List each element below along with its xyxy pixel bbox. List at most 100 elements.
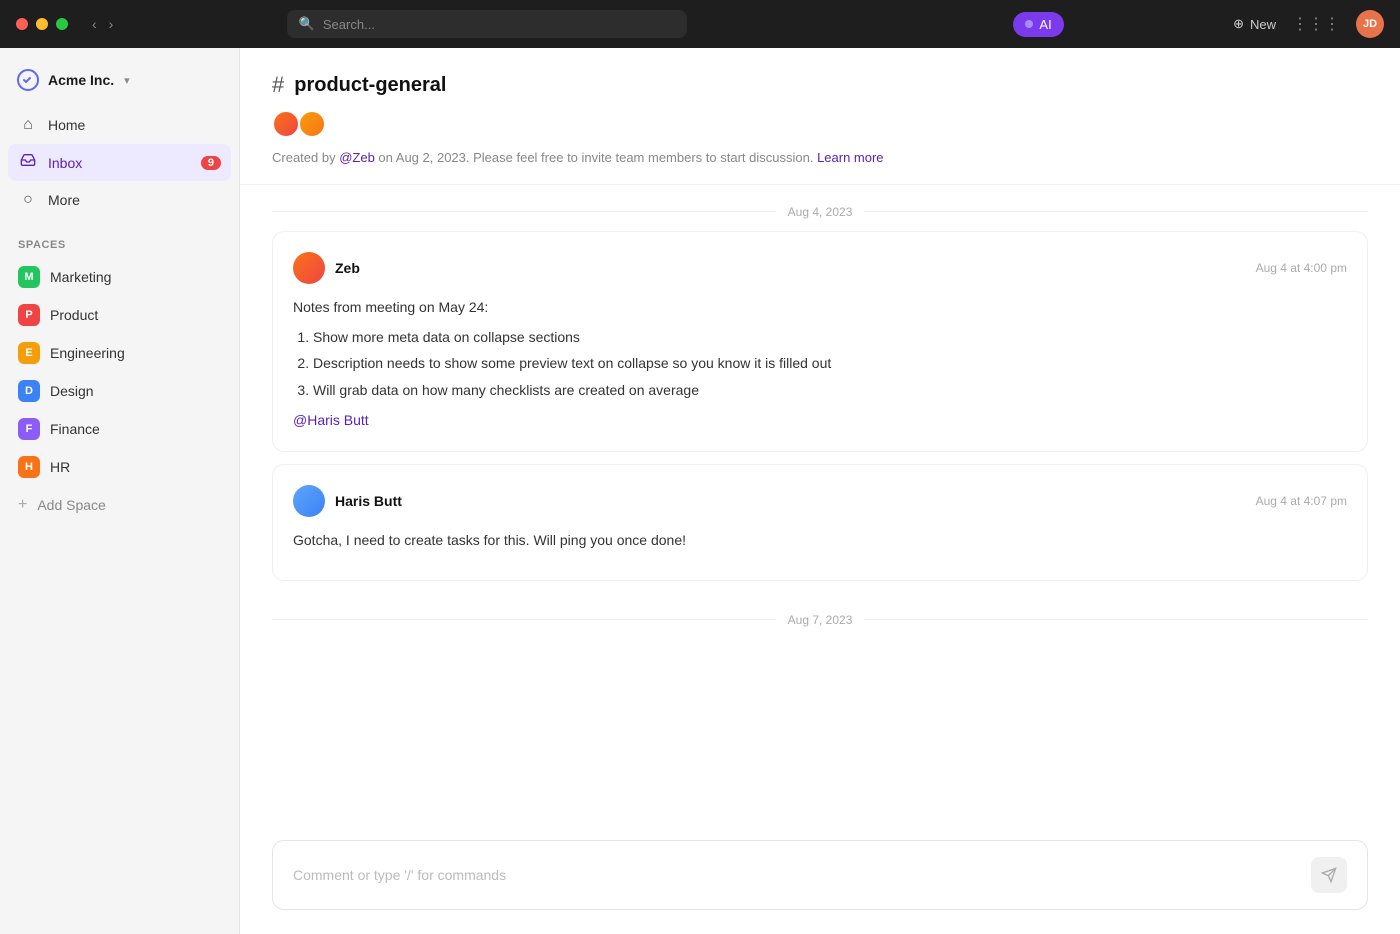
spaces-label: Spaces xyxy=(8,235,231,259)
design-badge: D xyxy=(18,380,40,402)
divider-line-left xyxy=(272,211,776,212)
message-text-haris: Gotcha, I need to create tasks for this.… xyxy=(293,529,1347,551)
sidebar-item-more[interactable]: ○ More xyxy=(8,183,231,217)
inbox-badge: 9 xyxy=(201,156,221,170)
timestamp-zeb: Aug 4 at 4:00 pm xyxy=(1256,261,1347,275)
author-row-haris: Haris Butt xyxy=(293,485,402,517)
search-icon: 🔍 xyxy=(299,16,315,32)
avatar-haris xyxy=(293,485,325,517)
message-mention[interactable]: @Haris Butt xyxy=(293,412,369,428)
channel-title-row: # product-general xyxy=(272,72,1368,98)
search-bar[interactable]: 🔍 Search... xyxy=(287,10,687,38)
sidebar-item-home-label: Home xyxy=(48,117,85,133)
workspace-logo xyxy=(16,68,40,92)
titlebar: ‹ › 🔍 Search... AI ⊕ New ⋮⋮⋮ JD xyxy=(0,0,1400,48)
product-badge: P xyxy=(18,304,40,326)
author-name-haris: Haris Butt xyxy=(335,493,402,509)
sidebar-item-marketing[interactable]: M Marketing xyxy=(8,259,231,295)
add-space-button[interactable]: + Add Space xyxy=(8,489,231,521)
divider-line-right-2 xyxy=(864,619,1368,620)
message-list: Show more meta data on collapse sections… xyxy=(293,326,1347,401)
sidebar-item-product[interactable]: P Product xyxy=(8,297,231,333)
channel-name: product-general xyxy=(294,74,446,97)
marketing-badge: M xyxy=(18,266,40,288)
member-avatar-2 xyxy=(298,110,326,138)
product-label: Product xyxy=(50,307,98,323)
traffic-light-yellow[interactable] xyxy=(36,18,48,30)
titlebar-right: ⊕ New ⋮⋮⋮ JD xyxy=(1233,10,1384,38)
comment-area: Comment or type '/' for commands xyxy=(240,824,1400,934)
add-space-label: Add Space xyxy=(37,497,106,513)
engineering-label: Engineering xyxy=(50,345,125,361)
home-icon: ⌂ xyxy=(18,116,38,134)
channel-header: # product-general Created by @Zeb on Aug… xyxy=(240,48,1400,185)
sidebar-item-more-label: More xyxy=(48,192,80,208)
grid-icon[interactable]: ⋮⋮⋮ xyxy=(1292,14,1340,34)
author-row-zeb: Zeb xyxy=(293,252,360,284)
finance-badge: F xyxy=(18,418,40,440)
message-body-zeb: Notes from meeting on May 24: Show more … xyxy=(293,296,1347,432)
forward-arrow[interactable]: › xyxy=(105,14,118,34)
messages-area: Aug 4, 2023 Zeb Aug 4 at 4:00 pm Notes f… xyxy=(240,185,1400,825)
message-card-zeb: Zeb Aug 4 at 4:00 pm Notes from meeting … xyxy=(272,231,1368,453)
add-space-icon: + xyxy=(18,496,27,514)
ai-indicator xyxy=(1025,20,1033,28)
sidebar-item-inbox-label: Inbox xyxy=(48,155,82,171)
message-body-haris: Gotcha, I need to create tasks for this.… xyxy=(293,529,1347,551)
sidebar-item-inbox[interactable]: Inbox 9 xyxy=(8,144,231,181)
spaces-section: Spaces M Marketing P Product E Engineeri… xyxy=(0,219,239,525)
workspace-header[interactable]: Acme Inc. ▾ xyxy=(0,60,239,108)
traffic-light-red[interactable] xyxy=(16,18,28,30)
main-layout: Acme Inc. ▾ ⌂ Home Inbox 9 ○ More xyxy=(0,48,1400,934)
date-label-aug7: Aug 7, 2023 xyxy=(788,613,853,627)
sidebar-nav: ⌂ Home Inbox 9 ○ More xyxy=(0,108,239,219)
marketing-label: Marketing xyxy=(50,269,111,285)
ai-button[interactable]: AI xyxy=(1013,12,1063,37)
date-divider-aug4: Aug 4, 2023 xyxy=(272,185,1368,231)
member-avatar-1 xyxy=(272,110,300,138)
sidebar-item-home[interactable]: ⌂ Home xyxy=(8,108,231,142)
user-avatar[interactable]: JD xyxy=(1356,10,1384,38)
avatar-zeb xyxy=(293,252,325,284)
author-name-zeb: Zeb xyxy=(335,260,360,276)
message-header-zeb: Zeb Aug 4 at 4:00 pm xyxy=(293,252,1347,284)
finance-label: Finance xyxy=(50,421,100,437)
divider-line-left-2 xyxy=(272,619,776,620)
message-intro: Notes from meeting on May 24: xyxy=(293,296,1347,318)
message-header-haris: Haris Butt Aug 4 at 4:07 pm xyxy=(293,485,1347,517)
design-label: Design xyxy=(50,383,94,399)
message-card-haris: Haris Butt Aug 4 at 4:07 pm Gotcha, I ne… xyxy=(272,464,1368,580)
content-area: # product-general Created by @Zeb on Aug… xyxy=(240,48,1400,934)
divider-line-right xyxy=(864,211,1368,212)
list-item: Will grab data on how many checklists ar… xyxy=(313,379,1347,401)
description-prefix: Created by xyxy=(272,150,339,165)
engineering-badge: E xyxy=(18,342,40,364)
back-arrow[interactable]: ‹ xyxy=(88,14,101,34)
sidebar-item-engineering[interactable]: E Engineering xyxy=(8,335,231,371)
list-item: Show more meta data on collapse sections xyxy=(313,326,1347,348)
traffic-light-green[interactable] xyxy=(56,18,68,30)
description-author[interactable]: @Zeb xyxy=(339,150,375,165)
sidebar-item-hr[interactable]: H HR xyxy=(8,449,231,485)
date-divider-aug7: Aug 7, 2023 xyxy=(272,593,1368,639)
description-middle: on Aug 2, 2023. Please feel free to invi… xyxy=(375,150,817,165)
comment-placeholder: Comment or type '/' for commands xyxy=(293,867,1299,883)
send-button[interactable] xyxy=(1311,857,1347,893)
search-placeholder: Search... xyxy=(323,17,375,32)
comment-box[interactable]: Comment or type '/' for commands xyxy=(272,840,1368,910)
sidebar-item-design[interactable]: D Design xyxy=(8,373,231,409)
new-button[interactable]: ⊕ New xyxy=(1233,16,1276,32)
workspace-chevron-icon: ▾ xyxy=(124,74,130,87)
nav-arrows: ‹ › xyxy=(88,14,117,34)
new-icon: ⊕ xyxy=(1233,16,1244,32)
learn-more-link[interactable]: Learn more xyxy=(817,150,883,165)
timestamp-haris: Aug 4 at 4:07 pm xyxy=(1256,494,1347,508)
list-item: Description needs to show some preview t… xyxy=(313,352,1347,374)
channel-description: Created by @Zeb on Aug 2, 2023. Please f… xyxy=(272,148,1368,168)
channel-hash: # xyxy=(272,72,284,98)
send-icon xyxy=(1321,867,1337,883)
date-label-aug4: Aug 4, 2023 xyxy=(788,205,853,219)
sidebar-item-finance[interactable]: F Finance xyxy=(8,411,231,447)
channel-members xyxy=(272,110,1368,138)
hr-badge: H xyxy=(18,456,40,478)
